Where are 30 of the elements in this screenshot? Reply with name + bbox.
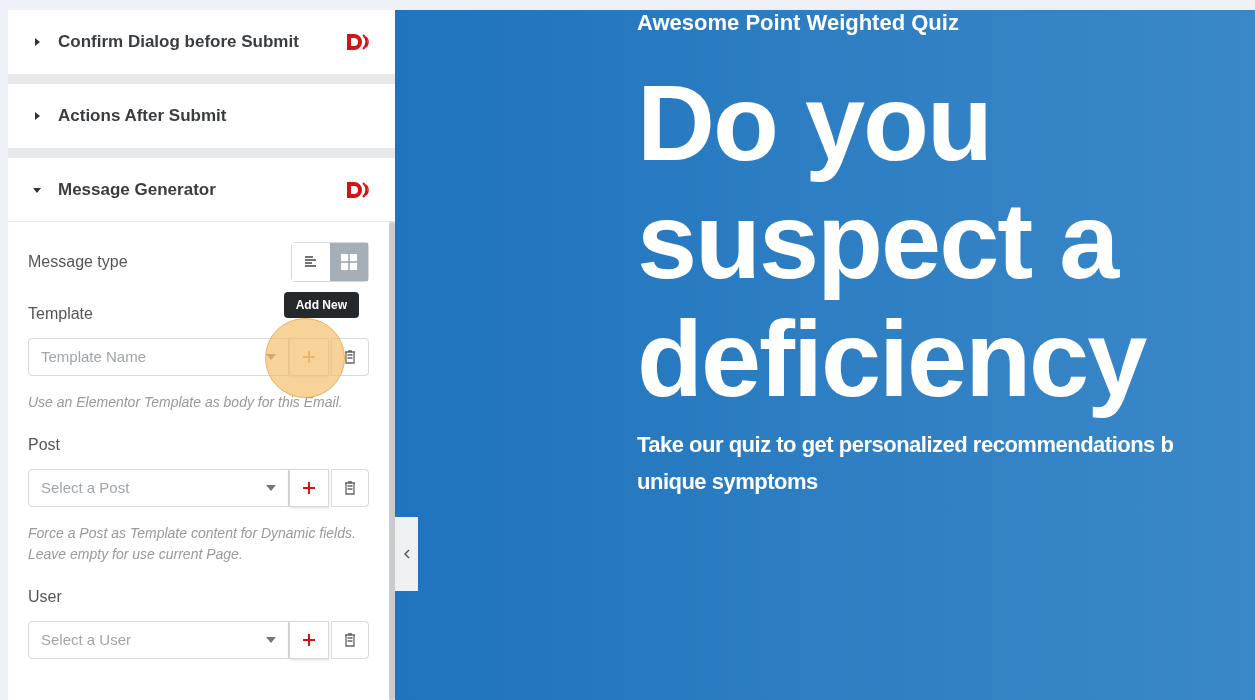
plus-icon xyxy=(303,482,315,494)
section-header[interactable]: Confirm Dialog before Submit xyxy=(8,10,395,74)
quiz-eyebrow: Awesome Point Weighted Quiz xyxy=(637,10,960,36)
message-type-option[interactable] xyxy=(330,243,368,281)
grid-icon xyxy=(340,253,358,271)
delete-button[interactable] xyxy=(331,621,369,659)
caret-icon xyxy=(32,37,42,47)
field-label: Template xyxy=(28,304,93,324)
chevron-left-icon xyxy=(403,549,410,559)
section-header[interactable]: Message Generator xyxy=(8,158,395,222)
quiz-heading: Do you suspect a deficiency xyxy=(637,64,1148,418)
section-header[interactable]: Actions After Submit xyxy=(8,84,395,148)
caret-icon xyxy=(32,111,42,121)
trash-icon xyxy=(344,481,356,495)
logo-icon xyxy=(345,179,371,200)
plus-icon xyxy=(303,634,315,646)
trash-icon xyxy=(344,350,356,364)
add-button[interactable] xyxy=(289,469,329,507)
align-left-icon xyxy=(304,255,318,269)
dropdown-caret-icon xyxy=(266,485,276,491)
dropdown-caret-icon xyxy=(266,637,276,643)
help-text: Force a Post as Template content for Dynamic fields. Leave empty for use current Page. xyxy=(28,524,357,564)
trash-icon xyxy=(344,633,356,647)
field-label: User xyxy=(28,587,62,607)
quiz-subtitle: Take our quiz to get personalized recommendations b unique symptoms xyxy=(637,431,1175,496)
delete-button[interactable] xyxy=(331,469,369,507)
field-label: Message type xyxy=(28,252,128,272)
logo-icon xyxy=(345,32,371,52)
field-label: Post xyxy=(28,435,60,455)
add-button[interactable] xyxy=(289,621,329,659)
